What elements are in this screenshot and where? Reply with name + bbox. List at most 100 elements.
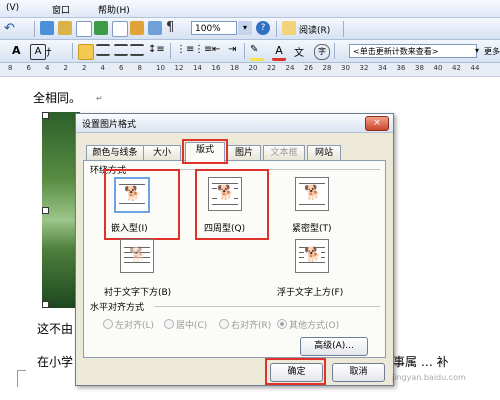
- dialog-title-bar[interactable]: 设置图片格式 ×: [76, 114, 393, 133]
- tab-picture[interactable]: 图片: [227, 145, 261, 161]
- highlight-icon[interactable]: ✎: [250, 44, 264, 61]
- ruler-mark: 20: [248, 64, 258, 72]
- align-left-label: 左对齐(L): [115, 321, 155, 331]
- ruler-mark: 30: [341, 64, 350, 72]
- dog-icon: 🐕: [129, 247, 147, 263]
- wrap-behind-label[interactable]: 衬于文字下方(B): [104, 285, 171, 298]
- tables-icon[interactable]: [58, 21, 72, 35]
- dog-icon: 🐕: [304, 185, 322, 201]
- horizontal-ruler[interactable]: 8 6 4 2 2 4 6 8 10 12 14 16 18 20 22 24 26 28 30 32 34 36 38 40…: [0, 63, 500, 77]
- tab-web[interactable]: 网站: [307, 145, 341, 161]
- ruler-mark: 4: [45, 64, 50, 72]
- menu-window[interactable]: 窗口: [52, 3, 70, 16]
- more-label[interactable]: 更多: [484, 46, 500, 57]
- ruler-mark: 8: [137, 64, 142, 72]
- font-color-icon[interactable]: A: [272, 44, 286, 61]
- numbering-icon[interactable]: ⋮≡: [176, 44, 194, 58]
- align-center-label: 居中(C): [176, 321, 208, 331]
- align-left-radio: [103, 319, 113, 329]
- ruler-mark: 32: [359, 64, 369, 72]
- tab-colors-lines[interactable]: 颜色与线条: [86, 145, 144, 161]
- align-section-label: 水平对齐方式: [90, 303, 145, 313]
- doc-map-icon[interactable]: [148, 21, 162, 35]
- ruler-mark: 44: [470, 64, 480, 72]
- ruler-mark: 22: [267, 64, 276, 72]
- dog-icon: 🐕: [304, 247, 322, 263]
- wrap-front-label[interactable]: 浮于文字上方(F): [277, 285, 343, 298]
- bullets-icon[interactable]: ⋮≡: [194, 44, 212, 58]
- insert-table-icon[interactable]: [76, 21, 92, 37]
- ruler-mark: 42: [452, 64, 461, 72]
- show-hide-icon[interactable]: ¶: [166, 20, 180, 35]
- decrease-indent-icon[interactable]: ⇤: [212, 44, 226, 58]
- char-border-icon[interactable]: A: [30, 44, 46, 60]
- ruler-mark: 2: [82, 64, 87, 72]
- ruler-mark: 6: [26, 64, 31, 72]
- ruler-mark: 18: [230, 64, 239, 72]
- word-count-box[interactable]: <单击更新计数来查看>: [349, 44, 477, 58]
- align-other-label: 其他方式(O): [289, 321, 340, 331]
- doc-line-2: 这不由: [37, 322, 74, 336]
- dropdown-arrow-icon[interactable]: ▾: [470, 44, 484, 58]
- wrap-inline-highlight: [104, 169, 180, 240]
- columns-icon[interactable]: [112, 21, 128, 37]
- ruler-mark: 26: [304, 64, 313, 72]
- wrap-front-option[interactable]: 🐕: [295, 239, 329, 273]
- doc-line-3-right: 事属 … 补: [393, 355, 449, 369]
- watermark: jingyan.baidu.com: [392, 373, 466, 382]
- ruler-mark: 10: [156, 64, 165, 72]
- excel-icon[interactable]: [94, 21, 108, 35]
- formatting-toolbar: A A ﾅ ↕≡ ⋮≡ ⋮≡ ⇤ ⇥ ✎ A 文 字 <单击更新计数来查看> ▾…: [0, 40, 500, 63]
- read-mode-icon[interactable]: [282, 21, 296, 35]
- ruler-mark: 28: [322, 64, 332, 72]
- char-scale-icon[interactable]: ﾅ: [46, 44, 60, 59]
- increase-indent-icon[interactable]: ⇥: [228, 44, 242, 58]
- phonetic-icon[interactable]: 文: [294, 44, 308, 59]
- doc-line-1: 全相同。: [33, 91, 82, 105]
- distributed-icon[interactable]: [130, 44, 144, 56]
- tab-textbox: 文本框: [263, 145, 305, 161]
- dialog-title: 设置图片格式: [82, 120, 137, 130]
- ruler-mark: 8: [8, 64, 13, 72]
- ruler-mark: 34: [378, 64, 387, 72]
- advanced-button[interactable]: 高级(A)...: [300, 337, 368, 356]
- align-justify-icon[interactable]: [78, 44, 94, 60]
- tab-size[interactable]: 大小: [143, 145, 181, 161]
- standard-toolbar: ↶ ¶ 100% ▾ ? 阅读(R): [0, 18, 500, 40]
- align-other-radio: [277, 319, 287, 329]
- hyperlink-icon[interactable]: [40, 21, 54, 35]
- tab-highlight-box: [182, 139, 228, 164]
- zoom-box[interactable]: 100%: [191, 21, 237, 35]
- menu-view[interactable]: (V): [6, 3, 19, 13]
- ruler-mark: 12: [174, 64, 184, 72]
- menu-bar: (V) 窗口 帮助(H): [0, 0, 500, 18]
- drawing-icon[interactable]: [130, 21, 144, 35]
- close-icon[interactable]: ×: [365, 116, 389, 131]
- menu-help[interactable]: 帮助(H): [98, 3, 130, 16]
- ruler-mark: 24: [285, 64, 295, 72]
- align-center-icon[interactable]: [96, 44, 110, 56]
- zoom-dropdown-icon[interactable]: ▾: [238, 21, 252, 35]
- format-picture-dialog: 设置图片格式 × 颜色与线条 大小 版式 图片 文本框 网站 环绕方式 🐕 嵌入…: [75, 113, 394, 386]
- encircle-icon[interactable]: 字: [314, 44, 330, 60]
- help-icon[interactable]: ?: [256, 21, 270, 35]
- ruler-mark: 40: [433, 64, 443, 72]
- doc-line-3: 在小学: [37, 355, 74, 369]
- wrap-behind-option[interactable]: 🐕: [120, 239, 154, 273]
- ruler-mark: 2: [63, 64, 68, 72]
- layout-panel: 环绕方式 🐕 嵌入型(I) 🐕 四周型(Q) 🐕 紧密型(T) 🐕 衬于文字下方…: [83, 160, 386, 358]
- bold-a-icon[interactable]: A: [12, 44, 26, 58]
- paragraph-mark-icon: ↵: [96, 94, 103, 103]
- cancel-button[interactable]: 取消: [332, 363, 385, 382]
- read-mode-label[interactable]: 阅读(R): [299, 23, 330, 36]
- ruler-mark: 16: [211, 64, 221, 72]
- line-spacing-icon[interactable]: ↕≡: [148, 44, 165, 58]
- wrap-tight-option[interactable]: 🐕: [295, 177, 329, 211]
- align-right-icon[interactable]: [114, 44, 128, 56]
- corner-mark: [17, 370, 26, 387]
- align-right-radio: [219, 319, 229, 329]
- undo-icon[interactable]: ↶: [4, 21, 18, 36]
- wrap-tight-label[interactable]: 紧密型(T): [292, 221, 332, 234]
- wrap-square-highlight: [195, 169, 269, 240]
- ruler-mark: 4: [100, 64, 105, 72]
